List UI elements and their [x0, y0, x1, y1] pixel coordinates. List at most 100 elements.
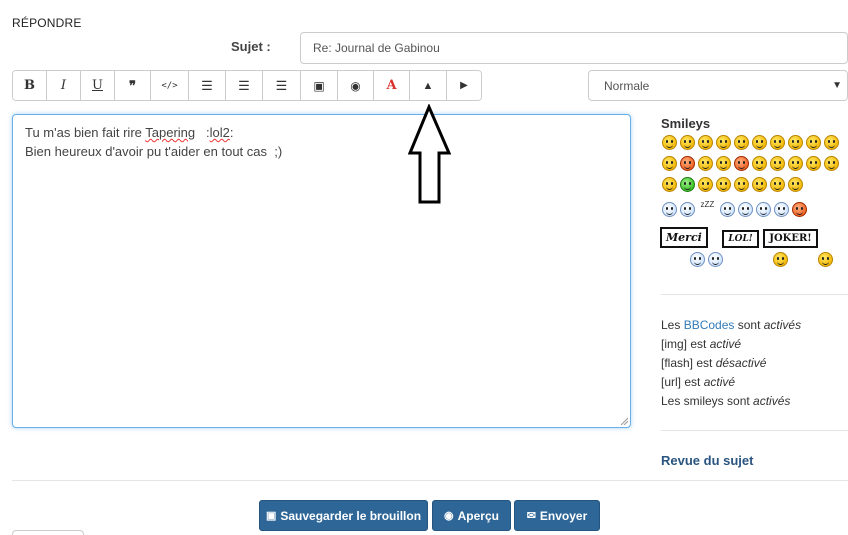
smiley-icon[interactable] [715, 156, 731, 171]
image-button[interactable]: ▣ [301, 71, 338, 100]
bbcodes-link[interactable]: BBCodes [684, 318, 735, 332]
list-item-button[interactable]: ☰ [263, 71, 301, 100]
bullet-list-icon: ☰ [238, 77, 250, 93]
smileys-status: Les smileys sont activés [661, 394, 791, 408]
underline-icon: U [92, 78, 103, 93]
font-color-icon: A [386, 78, 397, 93]
formatting-toolbar: B I U ❞ </> ☰ ☰ ☰ ▣ ◉ A ▲ ▶ [12, 70, 482, 101]
code-button[interactable]: </> [151, 71, 189, 100]
merci-smiley-icon[interactable] [690, 252, 705, 267]
joker-sign-icon[interactable]: JOKER! [763, 229, 818, 248]
preview-button[interactable]: ◉ Aperçu [432, 500, 511, 531]
laughing-smiley-icon[interactable] [661, 202, 677, 217]
flash-status: [flash] est désactivé [661, 356, 767, 370]
italic-button[interactable]: I [47, 71, 81, 100]
italic-icon: I [60, 78, 67, 93]
subject-input[interactable] [300, 32, 848, 64]
angry-smiley-icon[interactable] [679, 156, 695, 171]
url-status: [url] est activé [661, 375, 736, 389]
message-line-1: Tu m'as bien fait rire Tapering :lol2: [25, 125, 234, 140]
font-color-button[interactable]: A [374, 71, 410, 100]
url-button[interactable]: ◉ [338, 71, 374, 100]
topic-review-link[interactable]: Revue du sujet [661, 453, 753, 468]
arrow-smiley-icon[interactable] [823, 156, 839, 171]
resize-grip-icon[interactable] [620, 417, 628, 425]
quote-icon: ❞ [129, 77, 136, 93]
smiley-icon[interactable] [787, 135, 803, 150]
bold-button[interactable]: B [13, 71, 47, 100]
warning-button[interactable]: ▲ [410, 71, 447, 100]
partial-control [12, 530, 84, 535]
code-icon: </> [161, 80, 178, 91]
thumbs-smiley-icon[interactable] [774, 202, 790, 217]
bullet-list-button[interactable]: ☰ [226, 71, 263, 100]
smiley-icon[interactable] [751, 135, 767, 150]
send-button[interactable]: ✉ Envoyer [514, 500, 600, 531]
underline-button[interactable]: U [81, 71, 115, 100]
message-line-2: Bien heureux d'avoir pu t'aider en tout … [25, 144, 283, 159]
smiley-icon[interactable] [661, 135, 677, 150]
smiley-icon[interactable] [751, 156, 767, 171]
glasses-smiley-icon[interactable] [697, 177, 713, 192]
warning-icon: ▲ [422, 79, 434, 92]
font-size-value: Normale [604, 79, 650, 93]
sleeping-smiley-icon[interactable]: zZZ [700, 200, 714, 209]
smiley-icon[interactable] [661, 156, 677, 171]
list-icon: ☰ [201, 77, 213, 93]
up-arrow-annotation [408, 104, 452, 204]
img-status: [img] est activé [661, 337, 742, 351]
page-heading: RÉPONDRE [12, 16, 82, 30]
lol-sign-icon[interactable]: LOL! [722, 230, 759, 248]
sign-smileys-row: Merci LOL! JOKER! [660, 227, 848, 248]
smiley-row-4: zZZ [660, 200, 848, 221]
smiley-icon[interactable] [733, 135, 749, 150]
subject-label: Sujet : [231, 39, 271, 54]
floppy-disk-icon: ▣ [265, 510, 277, 522]
dizzy-smiley-icon[interactable] [769, 177, 785, 192]
exclamation-smiley-icon[interactable] [769, 156, 785, 171]
smiley-icon[interactable] [661, 177, 677, 192]
smileys-title: Smileys [661, 116, 711, 131]
joker-smiley-icon[interactable] [817, 252, 833, 267]
smiley-icon[interactable] [733, 177, 749, 192]
sad-smiley-icon[interactable] [720, 202, 736, 217]
bold-icon: B [24, 78, 35, 93]
idea-smiley-icon[interactable] [805, 156, 821, 171]
message-textarea[interactable]: Tu m'as bien fait rire Tapering :lol2: B… [12, 114, 631, 428]
smiley-icon[interactable] [679, 135, 695, 150]
smiley-icon[interactable] [697, 156, 713, 171]
sign-smileys-faces [660, 250, 848, 271]
quote-button[interactable]: ❞ [115, 71, 151, 100]
devil-smiley-icon[interactable] [733, 156, 749, 171]
hat-smiley-icon[interactable] [787, 177, 803, 192]
question-smiley-icon[interactable] [787, 156, 803, 171]
chevron-down-icon: ▼ [832, 80, 842, 91]
bomb-smiley-icon[interactable] [792, 202, 808, 217]
youtube-button[interactable]: ▶ [447, 71, 481, 100]
globe-icon: ◉ [350, 78, 361, 93]
green-smiley-icon[interactable] [679, 177, 695, 192]
music-smiley-icon[interactable] [751, 177, 767, 192]
smiley-row-2 [660, 154, 848, 175]
smiley-icon[interactable] [805, 135, 821, 150]
smiley-icon[interactable] [756, 202, 772, 217]
smiley-row-1 [660, 133, 848, 154]
sidebar-divider [661, 294, 848, 295]
font-size-select[interactable]: Normale ▼ [588, 70, 848, 101]
smiley-icon[interactable] [697, 135, 713, 150]
sidebar-divider [661, 430, 848, 431]
bbcode-info: Les BBCodes sont activés [img] est activ… [661, 316, 801, 411]
smiley-icon[interactable] [715, 135, 731, 150]
thumbs-up-smiley-icon[interactable] [679, 202, 695, 217]
smiley-icon[interactable] [715, 177, 731, 192]
list-button[interactable]: ☰ [189, 71, 226, 100]
list-item-icon: ☰ [275, 77, 288, 93]
merci-smiley-icon[interactable] [708, 252, 723, 267]
smiley-icon[interactable] [769, 135, 785, 150]
lol-smiley-icon[interactable] [772, 252, 788, 267]
image-icon: ▣ [313, 78, 325, 93]
save-draft-button[interactable]: ▣ Sauvegarder le brouillon [259, 500, 428, 531]
merci-sign-icon[interactable]: Merci [660, 227, 708, 248]
smiley-icon[interactable] [823, 135, 839, 150]
shocked-smiley-icon[interactable] [738, 202, 754, 217]
